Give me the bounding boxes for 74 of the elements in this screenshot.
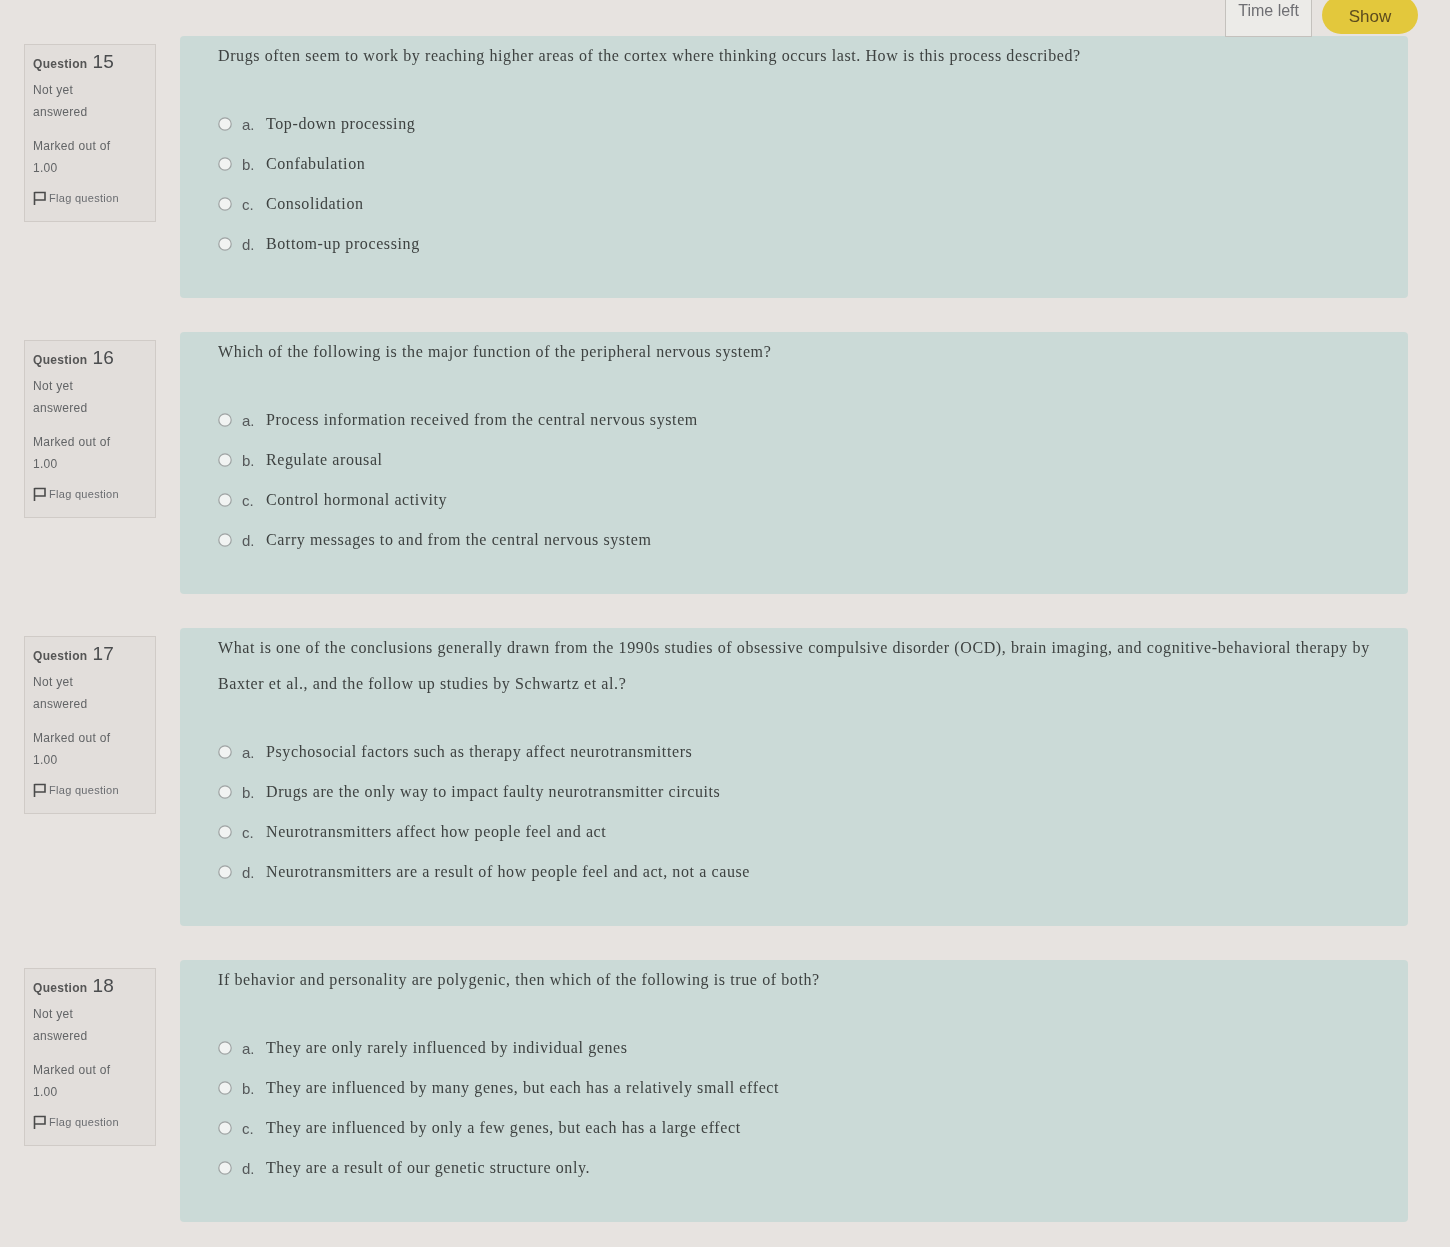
radio-button[interactable]: [218, 1081, 232, 1095]
flag-question-link[interactable]: Flag question: [33, 191, 147, 205]
radio-button[interactable]: [218, 157, 232, 171]
option-label[interactable]: Top-down processing: [266, 115, 416, 133]
option-label[interactable]: Drugs are the only way to impact faulty neurotransmitter circuits: [266, 783, 721, 801]
option-label[interactable]: Regulate arousal: [266, 451, 383, 469]
question-status: Not yet answered: [33, 378, 89, 417]
option-label[interactable]: Control hormonal activity: [266, 491, 448, 509]
option-label[interactable]: Carry messages to and from the central nervous system: [266, 531, 652, 549]
option-letter: b.: [242, 451, 256, 469]
question-number: 16: [92, 347, 115, 369]
radio-button[interactable]: [218, 1161, 232, 1175]
radio-button[interactable]: [218, 413, 232, 427]
option-letter: b.: [242, 1079, 256, 1097]
option-letter: d.: [242, 1159, 256, 1177]
option-label[interactable]: Consolidation: [266, 195, 364, 213]
option-letter: a.: [242, 1039, 256, 1057]
time-left-label: Time left: [1225, 0, 1312, 37]
question-label: Question: [33, 649, 88, 663]
option-label[interactable]: Neurotransmitters affect how people feel and act: [266, 823, 607, 841]
option-letter: a.: [242, 411, 256, 429]
question-marks: Marked out of 1.00: [33, 1062, 112, 1101]
option-letter: c.: [242, 195, 255, 213]
flag-question-link[interactable]: Flag question: [33, 783, 147, 797]
option-label[interactable]: Neurotransmitters are a result of how people feel and act, not a cause: [266, 863, 751, 881]
option-label[interactable]: They are influenced by many genes, but each has a relatively small effect: [266, 1079, 780, 1097]
radio-button[interactable]: [218, 197, 232, 211]
radio-button[interactable]: [218, 237, 232, 251]
radio-button[interactable]: [218, 1041, 232, 1055]
option-letter: d.: [242, 531, 256, 549]
question-marks: Marked out of 1.00: [33, 434, 112, 473]
radio-button[interactable]: [218, 825, 232, 839]
question-number: 15: [92, 51, 115, 73]
option-letter: c.: [242, 491, 255, 509]
radio-button[interactable]: [218, 493, 232, 507]
option-label[interactable]: They are a result of our genetic structure only.: [266, 1159, 591, 1177]
radio-button[interactable]: [218, 745, 232, 759]
option-letter: c.: [242, 823, 255, 841]
radio-button[interactable]: [218, 533, 232, 547]
question-status: Not yet answered: [33, 82, 89, 121]
option-label[interactable]: Process information received from the central nervous system: [266, 411, 698, 429]
question-text: What is one of the conclusions generally drawn from the 1990s studies of obsessive compulsive disorder (OCD), brain imaging, and cognitive-behavioral therapy by Baxter et al., and the follow up studies by Schwartz et al.?: [218, 638, 1371, 695]
option-label[interactable]: They are only rarely influenced by individual genes: [266, 1039, 628, 1057]
option-letter: a.: [242, 743, 256, 761]
question-text: Which of the following is the major function of the peripheral nervous system?: [218, 342, 773, 363]
option-letter: b.: [242, 783, 256, 801]
radio-button[interactable]: [218, 453, 232, 467]
question-label: Question: [33, 57, 88, 71]
question-number: 17: [92, 643, 115, 665]
option-letter: c.: [242, 1119, 255, 1137]
option-letter: d.: [242, 235, 256, 253]
flag-question-link[interactable]: Flag question: [33, 1115, 147, 1129]
option-letter: a.: [242, 115, 256, 133]
radio-button[interactable]: [218, 1121, 232, 1135]
option-letter: d.: [242, 863, 256, 881]
question-status: Not yet answered: [33, 674, 89, 713]
question-text: If behavior and personality are polygenic, then which of the following is true of both?: [218, 970, 821, 991]
option-label[interactable]: They are influenced by only a few genes, but each has a large effect: [266, 1119, 741, 1137]
question-marks: Marked out of 1.00: [33, 730, 112, 769]
show-button[interactable]: Show: [1322, 0, 1418, 34]
question-status: Not yet answered: [33, 1006, 89, 1045]
radio-button[interactable]: [218, 785, 232, 799]
question-label: Question: [33, 981, 88, 995]
question-marks: Marked out of 1.00: [33, 138, 112, 177]
radio-button[interactable]: [218, 865, 232, 879]
question-number: 18: [92, 975, 115, 997]
flag-question-link[interactable]: Flag question: [33, 487, 147, 501]
option-label[interactable]: Confabulation: [266, 155, 366, 173]
option-letter: b.: [242, 155, 256, 173]
option-label[interactable]: Bottom-up processing: [266, 235, 420, 253]
radio-button[interactable]: [218, 117, 232, 131]
question-label: Question: [33, 353, 88, 367]
option-label[interactable]: Psychosocial factors such as therapy affect neurotransmitters: [266, 743, 693, 761]
question-text: Drugs often seem to work by reaching higher areas of the cortex where thinking occurs last. How is this process described?: [218, 46, 1082, 67]
